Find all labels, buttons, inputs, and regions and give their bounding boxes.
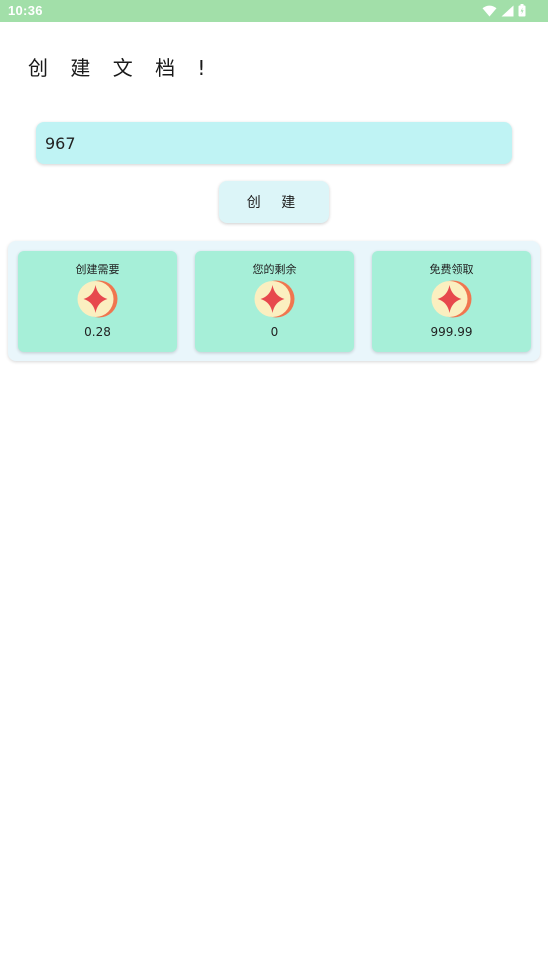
info-panel: 创建需要 0.28 您的剩余 0 免费领取 999.99 [8,241,540,361]
coin-icon [77,280,118,318]
free-claim-label: 免费领取 [429,263,474,276]
status-icons [482,4,526,17]
battery-icon [518,4,526,17]
document-name-input[interactable] [36,122,512,164]
signal-icon [501,5,514,16]
page-title: 创 建 文 档 ! [28,56,214,80]
coin-icon [254,280,295,318]
balance-label: 您的剩余 [252,263,297,276]
cost-label: 创建需要 [75,263,120,276]
balance-card: 您的剩余 0 [195,251,354,352]
coin-icon [431,280,472,318]
free-claim-card[interactable]: 免费领取 999.99 [372,251,531,352]
free-claim-value: 999.99 [430,325,473,339]
status-time: 10:36 [8,3,43,18]
cost-card: 创建需要 0.28 [18,251,177,352]
create-button[interactable]: 创 建 [219,181,329,223]
status-bar: 10:36 [0,0,548,22]
cost-value: 0.28 [84,325,111,339]
balance-value: 0 [270,325,279,339]
wifi-icon [482,5,497,16]
